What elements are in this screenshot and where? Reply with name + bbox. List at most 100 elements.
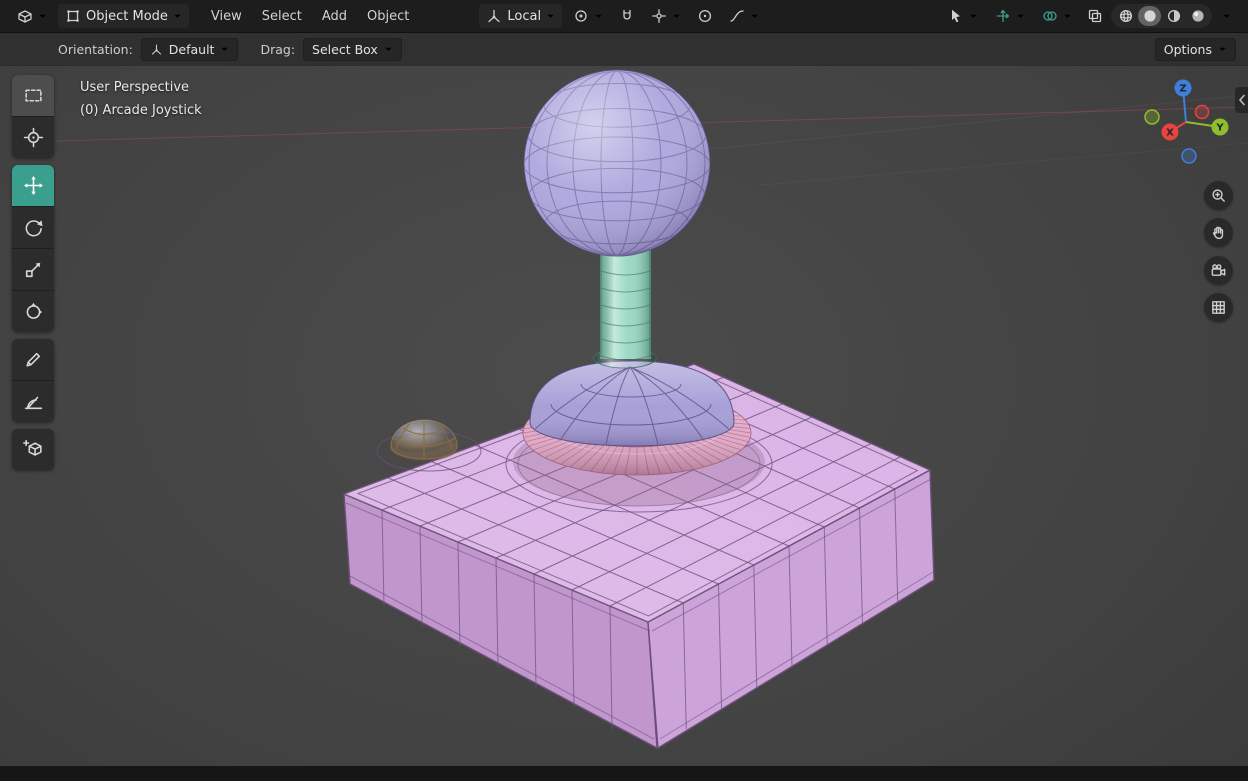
gizmo-axis-neg-y[interactable] (1144, 109, 1160, 125)
shading-material-button[interactable] (1162, 6, 1185, 26)
snap-toggle[interactable] (614, 4, 640, 28)
overlays-icon (1043, 11, 1057, 21)
gizmo-y-label: Y (1215, 123, 1224, 134)
transform-icon (26, 302, 42, 319)
navigation-gizmo[interactable]: Z X Y (1136, 70, 1240, 174)
shading-mode-group (1111, 4, 1212, 28)
chevron-down-icon (38, 13, 47, 20)
tool-move[interactable] (12, 165, 54, 206)
gizmos-icon (996, 9, 1010, 23)
wireframe-sphere-icon (1119, 9, 1132, 23)
3d-viewport[interactable]: User Perspective (0) Arcade Joystick Z X… (0, 65, 1248, 766)
zoom-button[interactable] (1204, 181, 1233, 210)
chevron-down-icon (1016, 13, 1025, 20)
mode-dropdown[interactable]: Object Mode (58, 4, 189, 28)
proportional-falloff-dropdown[interactable] (722, 4, 766, 28)
sidebar-toggle[interactable] (1235, 87, 1248, 113)
scale-icon (25, 262, 40, 278)
header-menus: View Select Add Object (201, 5, 419, 28)
overlays-toggle-dropdown[interactable] (1035, 4, 1079, 28)
chevron-down-icon (546, 13, 555, 20)
gizmo-x-label: X (1166, 128, 1174, 139)
joystick-ball[interactable] (523, 69, 711, 257)
xray-icon (1088, 9, 1102, 23)
rotate-icon (25, 220, 43, 237)
pivot-point-dropdown[interactable] (566, 4, 610, 28)
tool-select-box[interactable] (12, 75, 54, 116)
camera-icon (1211, 264, 1226, 276)
solid-sphere-icon (1143, 10, 1156, 22)
shading-solid-button[interactable] (1138, 6, 1161, 26)
options-dropdown[interactable]: Options (1154, 37, 1236, 61)
camera-view-button[interactable] (1204, 256, 1233, 285)
grid-icon (1212, 301, 1225, 314)
orientation-default-icon (151, 44, 161, 54)
mode-label: Object Mode (86, 8, 168, 24)
status-bar (0, 766, 1248, 781)
menu-select[interactable]: Select (252, 5, 312, 28)
tool-scale[interactable] (12, 249, 54, 290)
drag-label: Drag: (260, 41, 296, 57)
orientation-axes-icon (488, 9, 501, 23)
tool-add-cube[interactable] (12, 429, 54, 470)
add-cube-icon (22, 439, 42, 456)
toolbar (12, 75, 54, 470)
menu-object[interactable]: Object (357, 5, 419, 28)
gizmo-axis-neg-z[interactable] (1181, 148, 1197, 164)
editor-type-dropdown[interactable] (10, 4, 54, 28)
transform-orientation-dropdown[interactable]: Local (479, 4, 563, 28)
xray-toggle[interactable] (1082, 4, 1108, 28)
magnet-icon (623, 9, 631, 20)
tool-settings-bar: Orientation: Default Drag: Select Box Op… (0, 32, 1248, 65)
rendered-sphere-icon (1191, 10, 1204, 22)
drag-select[interactable]: Select Box (303, 37, 402, 61)
cursor-icon (23, 127, 43, 148)
tool-measure[interactable] (12, 381, 54, 422)
chevron-down-icon (672, 13, 681, 20)
orientation-select[interactable]: Default (140, 37, 239, 61)
pivot-point-icon (575, 10, 587, 22)
snap-target-icon (652, 9, 666, 23)
tool-annotate[interactable] (12, 339, 54, 380)
menu-add[interactable]: Add (312, 5, 357, 28)
chevron-down-icon (1222, 13, 1231, 20)
pan-button[interactable] (1204, 218, 1233, 247)
gizmo-z-label: Z (1179, 84, 1186, 95)
editor-3d-viewport-icon (18, 10, 32, 23)
gizmos-toggle-dropdown[interactable] (988, 4, 1032, 28)
object-mode-icon (67, 10, 79, 22)
shading-wireframe-button[interactable] (1114, 6, 1137, 26)
proportional-editing-toggle[interactable] (692, 4, 718, 28)
chevron-down-icon (1063, 13, 1072, 20)
menu-view[interactable]: View (201, 5, 252, 28)
tool-rotate[interactable] (12, 207, 54, 248)
header-right-cluster (941, 4, 1238, 28)
gizmo-axis-neg-x[interactable] (1194, 104, 1210, 120)
orientation-label: Orientation: (58, 41, 133, 57)
chevron-down-icon (220, 46, 229, 53)
object-type-visibility-dropdown[interactable] (941, 4, 985, 28)
measure-icon (24, 396, 42, 410)
proportional-circle-icon (699, 9, 712, 23)
tool-transform[interactable] (12, 291, 54, 332)
perspective-toggle-button[interactable] (1204, 293, 1233, 322)
hand-icon (1213, 226, 1224, 240)
shading-rendered-button[interactable] (1186, 6, 1209, 26)
joystick-dome[interactable] (529, 360, 735, 447)
toolbar-group-select (12, 75, 54, 158)
tool-cursor[interactable] (12, 117, 54, 158)
chevron-down-icon (969, 13, 978, 20)
viewport-header: Object Mode View Select Add Object Local (0, 0, 1248, 32)
drag-select-value: Select Box (312, 41, 378, 57)
base-button[interactable] (390, 419, 458, 461)
blender-window: Object Mode View Select Add Object Local (0, 0, 1248, 781)
toolbar-group-annotate (12, 339, 54, 422)
chevron-down-icon (384, 46, 393, 53)
shading-options-dropdown[interactable] (1215, 4, 1238, 28)
annotate-pen-icon (25, 352, 40, 367)
pointer-icon (952, 9, 960, 23)
magnifier-icon (1212, 189, 1225, 202)
snap-with-dropdown[interactable] (644, 4, 688, 28)
scene-canvas[interactable] (0, 65, 1248, 766)
chevron-down-icon (594, 13, 603, 20)
